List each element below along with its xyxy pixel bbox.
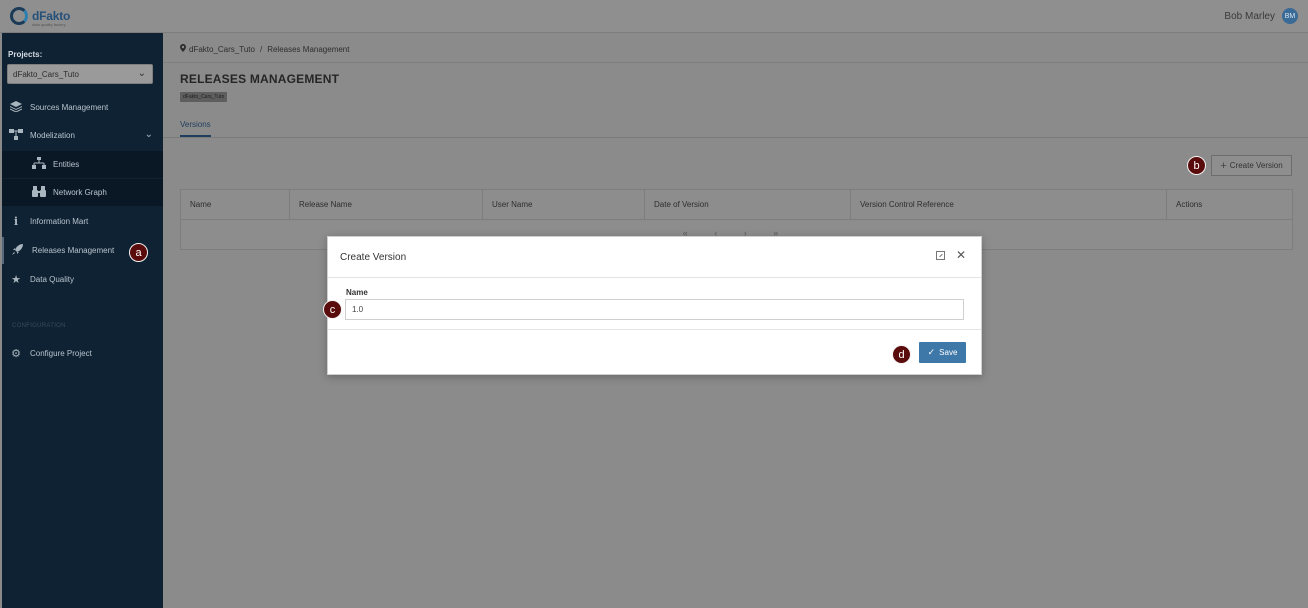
breadcrumb: dFakto_Cars_Tuto / Releases Management [180, 44, 349, 54]
create-version-dialog: Create Version ✕ Name ✓ Save [327, 236, 982, 375]
sidebar-item-label: Information Mart [30, 217, 89, 226]
column-header-user-name[interactable]: User Name [483, 190, 645, 220]
dialog-header: Create Version ✕ [328, 237, 981, 278]
maximize-icon[interactable] [936, 251, 945, 260]
chevron-down-icon: ⌄ [137, 68, 146, 79]
projects-label: Projects: [8, 50, 43, 59]
tab-versions[interactable]: Versions [180, 120, 211, 137]
sidebar-item-sources-management[interactable]: Sources Management [2, 94, 163, 121]
name-field[interactable] [345, 299, 964, 320]
rocket-icon [11, 243, 25, 258]
sidebar: Projects: dFakto_Cars_Tuto ⌄ Sources Man… [2, 33, 163, 608]
logo-mark-icon [10, 7, 28, 25]
column-header-date-of-version[interactable]: Date of Version [645, 190, 851, 220]
create-version-label: Create Version [1229, 161, 1283, 170]
column-header-release-name[interactable]: Release Name [290, 190, 483, 220]
project-select[interactable]: dFakto_Cars_Tuto ⌄ [7, 64, 153, 84]
table-header: Name Release Name User Name Date of Vers… [181, 190, 1292, 220]
create-version-button[interactable]: + Create Version [1211, 155, 1292, 176]
logo-tagline: data quality factory [32, 22, 66, 27]
column-header-name[interactable]: Name [181, 190, 290, 220]
project-select-value: dFakto_Cars_Tuto [13, 70, 79, 79]
annotation-badge-b: b [1187, 156, 1206, 175]
column-header-version-control-reference[interactable]: Version Control Reference [851, 190, 1167, 220]
chevron-down-icon[interactable]: ⌄ [145, 129, 153, 140]
sitemap-icon [9, 128, 23, 143]
plus-icon: + [1220, 159, 1227, 172]
sidebar-item-label: Data Quality [30, 275, 75, 284]
breadcrumb-separator: / [259, 44, 263, 54]
sidebar-item-configure-project[interactable]: ⚙ Configure Project [2, 340, 163, 367]
annotation-badge-a: a [129, 243, 148, 262]
sidebar-item-label: Configure Project [30, 349, 92, 358]
binoculars-icon [32, 185, 46, 200]
dialog-title: Create Version [340, 252, 407, 263]
sidebar-item-entities[interactable]: Entities [2, 151, 163, 178]
sidebar-item-label: Releases Management [32, 246, 115, 255]
dfakto-logo[interactable]: dFakto data quality factory [10, 7, 71, 27]
annotation-badge-d: d [892, 345, 911, 364]
dialog-footer-divider [328, 329, 981, 330]
save-button-label: Save [939, 348, 958, 357]
sidebar-item-data-quality[interactable]: ★ Data Quality [2, 266, 163, 293]
annotation-badge-c: c [323, 300, 342, 319]
sidebar-item-label: Entities [53, 160, 80, 169]
user-menu[interactable]: Bob Marley BM [1224, 8, 1298, 24]
column-header-actions: Actions [1176, 200, 1203, 209]
sidebar-item-network-graph[interactable]: Network Graph [2, 179, 163, 206]
divider [163, 62, 1308, 63]
page-title: RELEASES MANAGEMENT [180, 72, 340, 86]
sidebar-item-modelization[interactable]: Modelization ⌄ [2, 122, 163, 149]
name-field-label: Name [346, 288, 368, 297]
info-icon: i [13, 215, 19, 228]
avatar[interactable]: BM [1282, 8, 1298, 24]
gear-icon: ⚙ [11, 348, 21, 360]
star-icon: ★ [11, 274, 21, 286]
sidebar-item-information-mart[interactable]: i Information Mart [2, 208, 163, 235]
sidebar-item-label: Modelization [30, 131, 75, 140]
breadcrumb-current: Releases Management [267, 44, 350, 54]
project-tag: dFakto_Cars_Tuto [180, 92, 228, 102]
top-header: dFakto data quality factory Bob Marley B… [0, 0, 1308, 33]
entities-icon [32, 157, 46, 172]
tab-bar: Versions [163, 115, 1308, 138]
configuration-section-label: CONFIGURATION [12, 323, 66, 329]
logo-text: dFakto [32, 9, 71, 23]
user-name[interactable]: Bob Marley [1224, 11, 1275, 22]
check-icon: ✓ [927, 347, 936, 357]
sidebar-item-label: Network Graph [53, 188, 107, 197]
breadcrumb-project-link[interactable]: dFakto_Cars_Tuto [189, 45, 255, 54]
close-icon[interactable]: ✕ [956, 248, 966, 262]
map-marker-icon [180, 44, 186, 54]
sidebar-item-label: Sources Management [30, 103, 109, 112]
save-button[interactable]: ✓ Save [919, 342, 966, 363]
layers-icon [9, 100, 23, 115]
